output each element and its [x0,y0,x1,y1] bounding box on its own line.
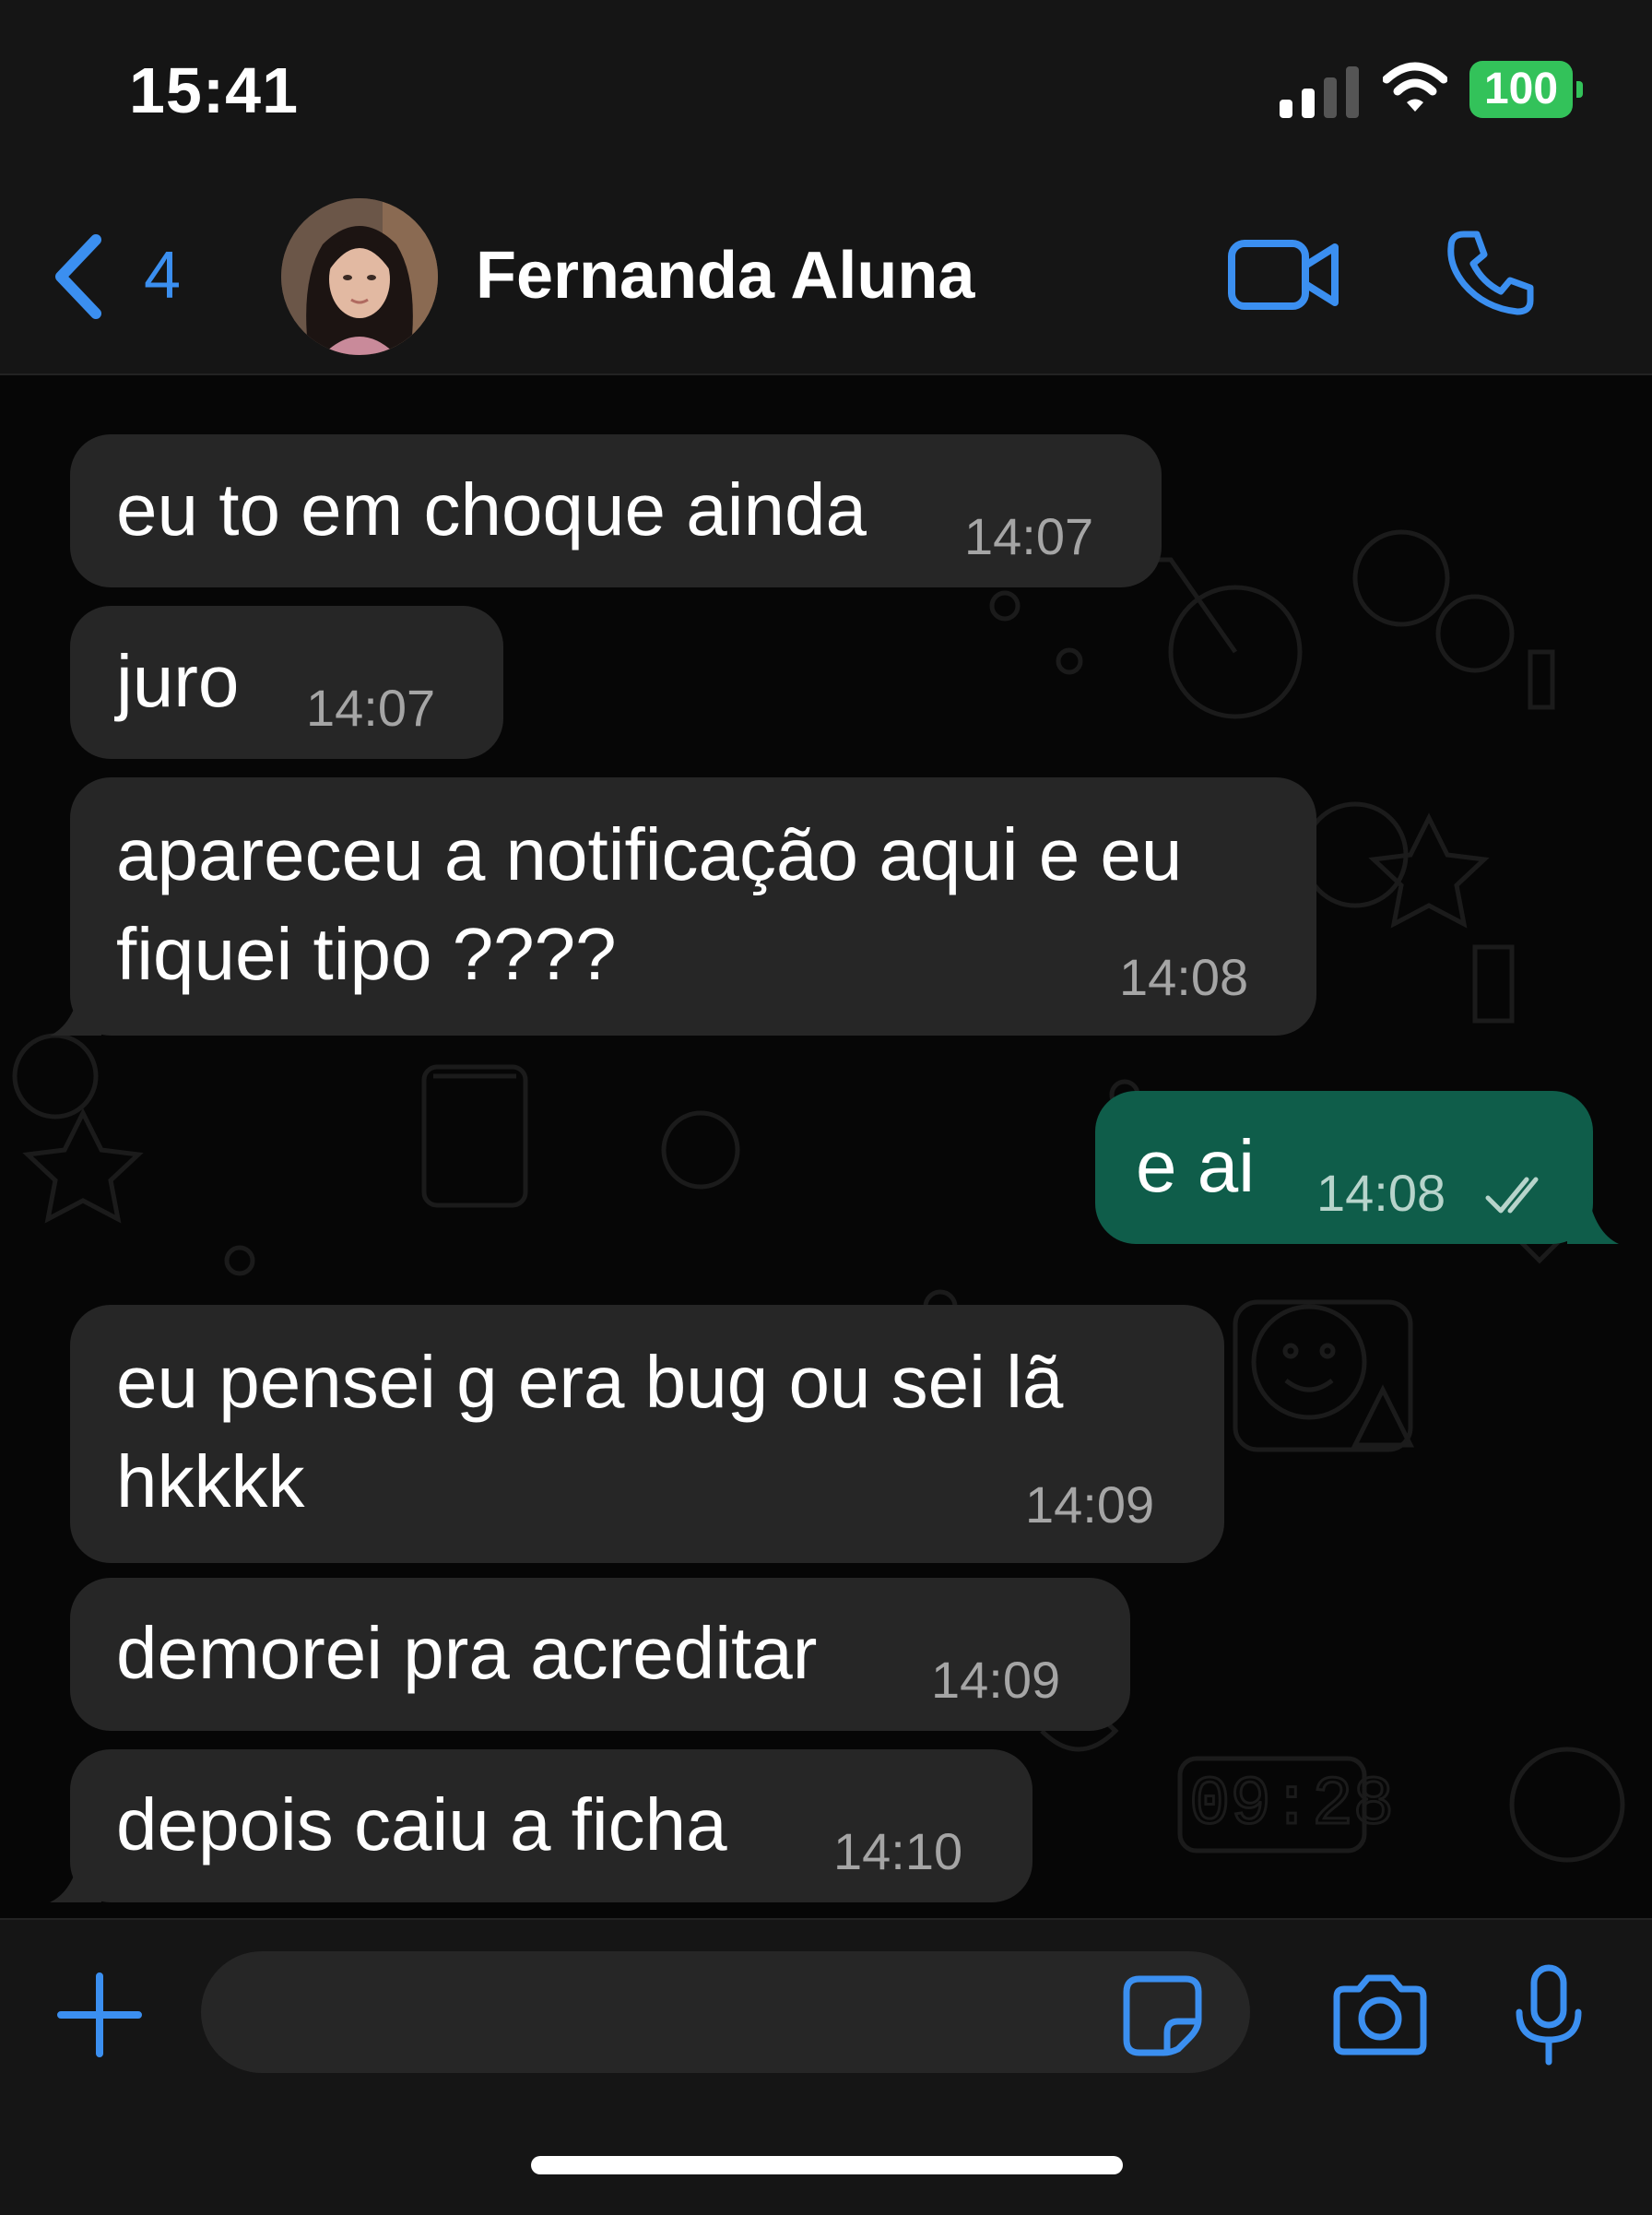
chat-area[interactable]: 09:28 eu to em choque ainda 14:07 juro 1… [0,375,1652,1918]
message-text: apareceu a notificação aqui e eu fiquei … [116,813,1183,995]
message-bubble-incoming[interactable]: apareceu a notificação aqui e eu fiquei … [70,777,1316,1036]
phone-icon[interactable] [1444,227,1536,319]
battery-tip [1576,81,1583,98]
contact-name[interactable]: Fernanda Aluna [476,238,974,314]
wifi-icon [1383,62,1447,112]
message-text: juro [116,640,240,722]
message-text: e ai [1136,1125,1255,1207]
plus-icon[interactable] [55,1971,144,2059]
message-bubble-outgoing[interactable]: e ai 14:08 [1095,1091,1593,1244]
bubble-tail [50,1851,101,1902]
message-time: 14:07 [306,679,436,737]
message-bubble-incoming[interactable]: demorei pra acreditar 14:09 [70,1578,1130,1731]
sticker-icon[interactable] [1121,1973,1204,2056]
message-input-bar [0,1918,1652,2215]
signal-icon [1280,63,1359,118]
status-bar: 15:41 100 [0,0,1652,184]
message-text: eu to em choque ainda [116,468,867,551]
avatar[interactable] [281,198,438,355]
message-bubble-incoming[interactable]: eu pensei g era bug ou sei lã hkkkk 14:0… [70,1305,1224,1563]
message-text: demorei pra acreditar [116,1612,818,1694]
message-time: 14:10 [833,1822,963,1880]
bubble-tail [50,984,101,1036]
back-chevron-icon[interactable] [46,231,111,323]
message-input[interactable] [201,1951,1250,2073]
read-ticks-icon [1485,1177,1539,1214]
message-time: 14:09 [931,1651,1061,1709]
unread-count[interactable]: 4 [144,238,181,314]
message-bubble-incoming[interactable]: eu to em choque ainda 14:07 [70,434,1162,587]
message-time: 14:07 [964,507,1094,565]
message-time: 14:09 [1025,1475,1155,1534]
wallpaper-clock-text: 09:28 [1189,1767,1394,1844]
message-text: depois caiu a ficha [116,1783,727,1866]
camera-icon[interactable] [1329,1971,1431,2059]
message-bubble-incoming[interactable]: depois caiu a ficha 14:10 [70,1749,1032,1902]
message-text: eu pensei g era bug ou sei lã hkkkk [116,1341,1064,1522]
microphone-icon[interactable] [1512,1962,1586,2069]
message-time: 14:08 [1316,1164,1446,1222]
message-time: 14:08 [1119,948,1249,1006]
video-call-icon[interactable] [1226,234,1340,315]
home-indicator[interactable] [531,2156,1123,2174]
bubble-tail [1567,1192,1619,1244]
message-bubble-incoming[interactable]: juro 14:07 [70,606,503,759]
chat-header: 4 Fernanda Aluna [0,184,1652,375]
status-time: 15:41 [129,54,300,126]
battery-level: 100 [1469,61,1573,118]
